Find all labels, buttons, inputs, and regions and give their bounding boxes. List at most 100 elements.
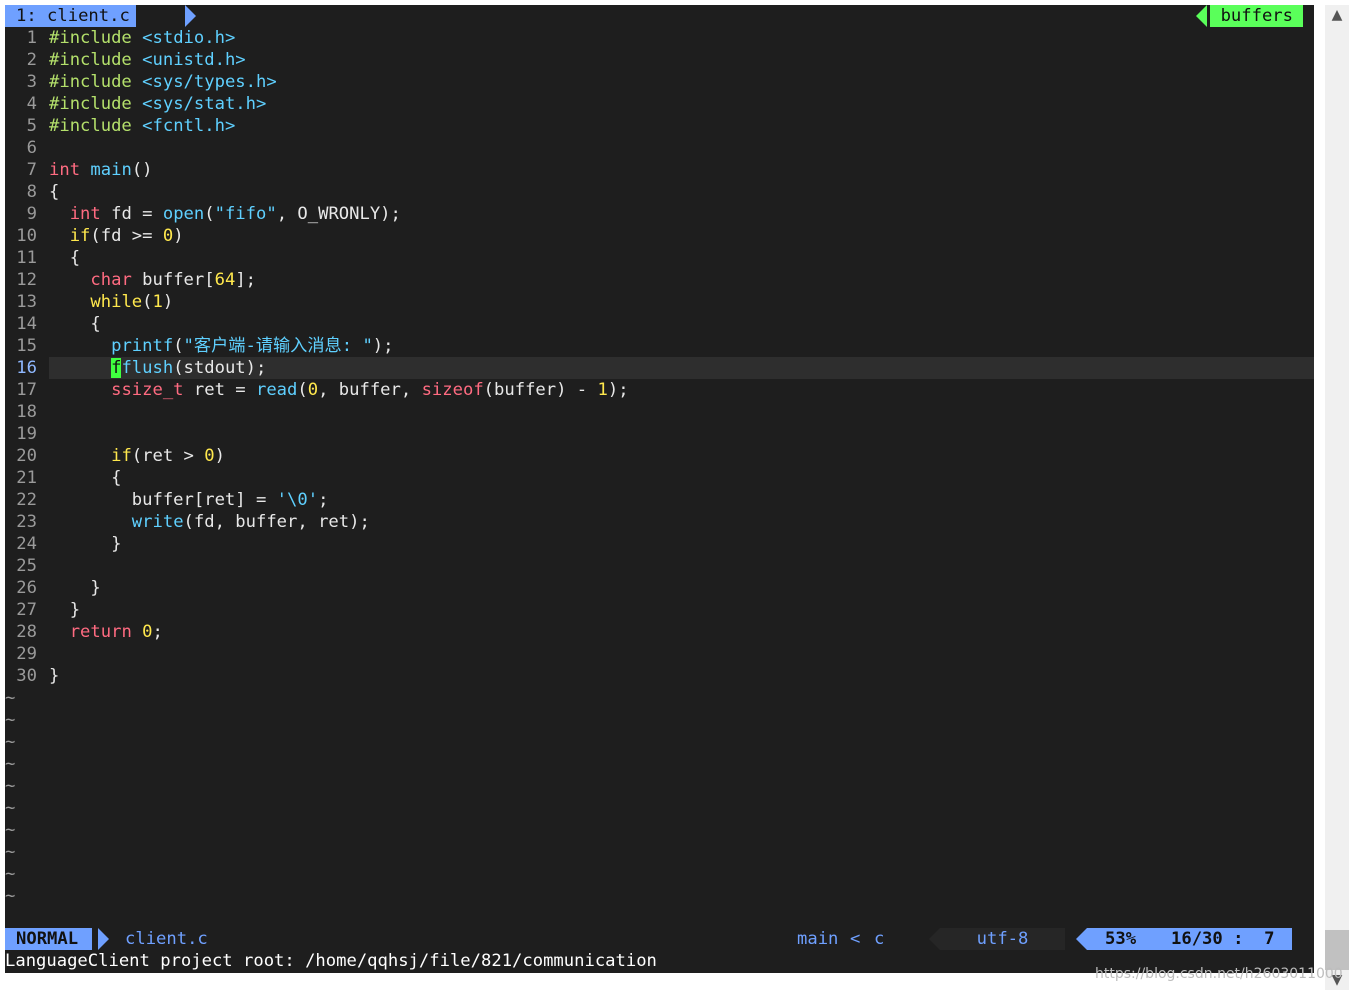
line-number: 29 [16, 644, 37, 664]
line-text[interactable]: } [49, 665, 59, 687]
code-line[interactable]: 4 #include <sys/stat.h> [5, 93, 267, 115]
command-line: LanguageClient project root: /home/qqhsj… [5, 951, 657, 971]
encoding-arrow [929, 928, 940, 950]
line-text[interactable]: fflush(stdout); [49, 357, 266, 379]
status-encoding: utf-8 [940, 928, 1065, 950]
code-line[interactable]: 28 return 0; [5, 621, 163, 643]
line-number: 28 [16, 622, 37, 642]
line-text[interactable]: } [49, 577, 100, 599]
line-number: 7 [26, 160, 37, 180]
statusline: NORMAL client.c main < c utf-8 53% 16/30… [5, 928, 1314, 950]
code-line[interactable]: 21 { [5, 467, 121, 489]
code-line[interactable]: 15 printf("客户端-请输入消息: "); [5, 335, 393, 357]
code-line[interactable]: 3 #include <sys/types.h> [5, 71, 277, 93]
status-position: 53% 16/30 : 7 [1087, 928, 1292, 950]
mode-indicator: NORMAL [5, 928, 93, 950]
code-line[interactable]: 20 if(ret > 0) [5, 445, 225, 467]
line-number: 22 [16, 490, 37, 510]
code-line[interactable]: 24 } [5, 533, 121, 555]
scrollbar-thumb[interactable] [1325, 930, 1349, 970]
line-text[interactable]: #include <fcntl.h> [49, 115, 235, 137]
line-number: 23 [16, 512, 37, 532]
line-number: 9 [26, 204, 37, 224]
status-function: main [797, 929, 839, 949]
status-percent: 53% [1105, 929, 1137, 949]
buffers-label[interactable]: buffers [1209, 5, 1303, 27]
line-text[interactable]: if(fd >= 0) [49, 225, 184, 247]
line-text[interactable]: #include <stdio.h> [49, 27, 235, 49]
code-line[interactable]: 1 #include <stdio.h> [5, 27, 236, 49]
line-text[interactable]: int main() [49, 159, 153, 181]
line-text[interactable]: return 0; [49, 621, 163, 643]
line-text[interactable]: { [49, 313, 100, 335]
line-text[interactable]: char buffer[64]; [49, 269, 256, 291]
line-number: 15 [16, 336, 37, 356]
code-line[interactable]: 25 [5, 555, 37, 577]
text-cursor: f [111, 358, 122, 378]
code-line[interactable]: 10 if(fd >= 0) [5, 225, 183, 247]
code-line[interactable]: 27 } [5, 599, 80, 621]
code-line[interactable]: 5 #include <fcntl.h> [5, 115, 236, 137]
code-line[interactable]: 30} [5, 665, 59, 687]
code-line[interactable]: 13 while(1) [5, 291, 173, 313]
line-text[interactable]: int fd = open("fifo", O_WRONLY); [49, 203, 401, 225]
line-number: 18 [16, 402, 37, 422]
empty-line-tilde: ~ [5, 776, 16, 796]
code-line[interactable]: 17 ssize_t ret = read(0, buffer, sizeof(… [5, 379, 628, 401]
line-number: 3 [26, 72, 37, 92]
line-number: 27 [16, 600, 37, 620]
line-text[interactable]: { [49, 467, 121, 489]
buffers-arrow [1196, 5, 1207, 27]
tab-client-c[interactable]: 1: client.c [5, 5, 136, 27]
code-line[interactable]: 16 fflush(stdout); [5, 357, 266, 379]
line-number: 2 [26, 50, 37, 70]
line-text[interactable]: if(ret > 0) [49, 445, 225, 467]
empty-line-tilde: ~ [5, 798, 16, 818]
watermark: https://blog.csdn.net/h2603011000 [1095, 966, 1343, 982]
code-line[interactable]: 11 { [5, 247, 80, 269]
line-text[interactable]: } [49, 599, 80, 621]
tabline: 1: client.c buffers [5, 5, 1314, 27]
code-line[interactable]: 7 int main() [5, 159, 153, 181]
code-line[interactable]: 29 [5, 643, 37, 665]
line-text[interactable]: while(1) [49, 291, 173, 313]
line-text[interactable]: ssize_t ret = read(0, buffer, sizeof(buf… [49, 379, 628, 401]
scroll-up-icon[interactable]: ▲ [1325, 5, 1349, 25]
line-text[interactable]: #include <sys/stat.h> [49, 93, 266, 115]
code-line[interactable]: 8{ [5, 181, 60, 203]
empty-line-tilde: ~ [5, 842, 16, 862]
code-line[interactable]: 14 { [5, 313, 100, 335]
line-number: 21 [16, 468, 37, 488]
line-number: 30 [16, 666, 37, 686]
code-line[interactable]: 22 buffer[ret] = '\0'; [5, 489, 328, 511]
vertical-scrollbar[interactable]: ▲ ▼ [1325, 5, 1349, 990]
line-number: 4 [26, 94, 37, 114]
line-number: 13 [16, 292, 37, 312]
code-line[interactable]: 12 char buffer[64]; [5, 269, 256, 291]
vim-terminal[interactable]: 1: client.c buffers 1 #include <stdio.h> 2… [5, 5, 1314, 973]
code-line[interactable]: 26 } [5, 577, 100, 599]
line-number: 1 [26, 28, 37, 48]
line-text[interactable]: write(fd, buffer, ret); [49, 511, 370, 533]
code-line[interactable]: 9 int fd = open("fifo", O_WRONLY); [5, 203, 401, 225]
line-text[interactable]: #include <unistd.h> [49, 49, 246, 71]
line-number: 16 [16, 358, 37, 378]
line-number: 10 [16, 226, 37, 246]
empty-line-tilde: ~ [5, 732, 16, 752]
empty-line-tilde: ~ [5, 886, 16, 906]
code-line[interactable]: 18 [5, 401, 37, 423]
line-text[interactable]: } [49, 533, 121, 555]
code-line[interactable]: 2 #include <unistd.h> [5, 49, 246, 71]
line-number: 17 [16, 380, 37, 400]
line-text[interactable]: printf("客户端-请输入消息: "); [49, 335, 393, 357]
line-number: 6 [26, 138, 37, 158]
code-line[interactable]: 19 [5, 423, 37, 445]
line-text[interactable]: #include <sys/types.h> [49, 71, 277, 93]
code-line[interactable]: 6 [5, 137, 37, 159]
line-text[interactable]: { [49, 181, 59, 203]
code-line[interactable]: 23 write(fd, buffer, ret); [5, 511, 370, 533]
line-number: 25 [16, 556, 37, 576]
line-text[interactable]: { [49, 247, 80, 269]
line-text[interactable]: buffer[ret] = '\0'; [49, 489, 329, 511]
status-line-col: 16/30 : 7 [1171, 929, 1275, 949]
